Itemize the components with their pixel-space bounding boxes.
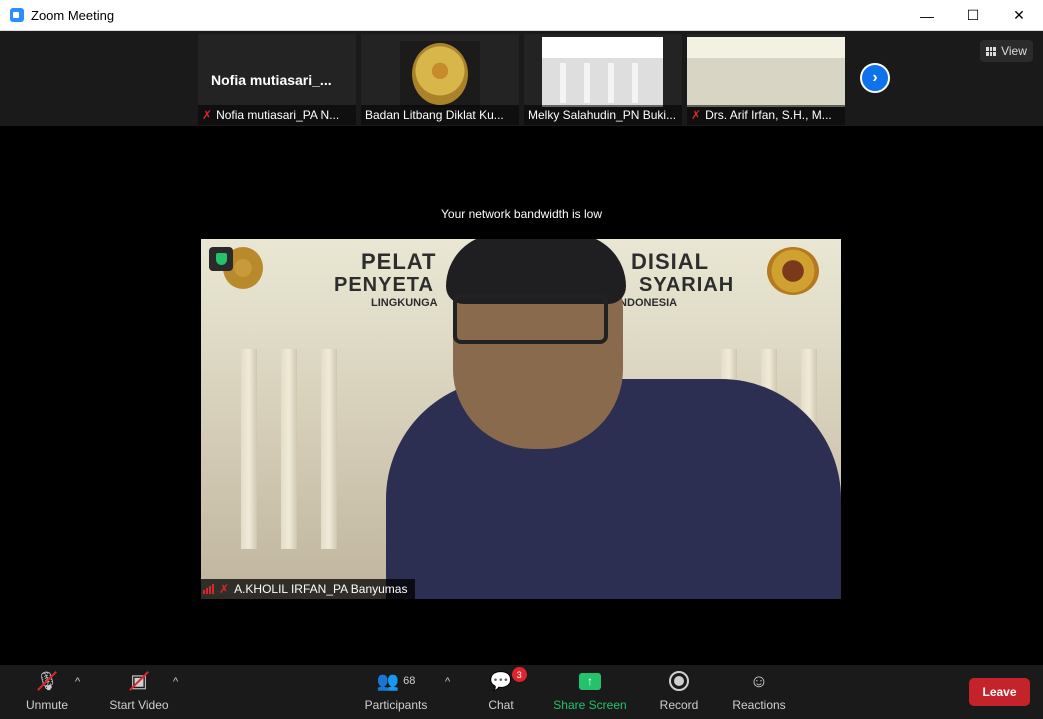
background-banner-line2: PENYETA SYARIAH [334, 274, 735, 296]
participant-thumbnail[interactable]: Badan Litbang Diklat Ku... [361, 34, 519, 125]
minimize-button[interactable]: — [904, 0, 950, 31]
chevron-right-icon: › [872, 69, 878, 86]
background-banner-line1: PELAT DISIAL [361, 249, 710, 274]
record-button[interactable]: Record [656, 665, 702, 719]
participants-count: 68 [403, 675, 416, 687]
unmute-label: Unmute [25, 698, 69, 712]
share-screen-label: Share Screen [553, 698, 627, 712]
microphone-muted-icon: 🎙 [36, 665, 58, 697]
close-button[interactable]: ✕ [996, 0, 1042, 31]
speaker-glasses [453, 294, 608, 344]
mic-muted-icon: ✗ [219, 582, 230, 596]
participant-name-display: Nofia mutiasari_... [211, 72, 332, 88]
audio-options-caret[interactable]: ^ [75, 676, 80, 688]
participants-icon: 👥 68 [376, 670, 416, 691]
participant-label: Melky Salahudin_PN Buki... [524, 105, 682, 125]
chat-button[interactable]: 💬 3 Chat [482, 665, 527, 719]
slide-image [542, 37, 663, 107]
participant-label: ✗ Nofia mutiasari_PA N... [198, 105, 356, 125]
chat-unread-badge: 3 [511, 667, 527, 682]
bandwidth-notice: Your network bandwidth is low [441, 207, 602, 221]
share-screen-button[interactable]: ↑ Share Screen [552, 665, 628, 719]
zoom-app-icon [10, 8, 24, 22]
participants-options-caret[interactable]: ^ [445, 676, 450, 688]
signal-strength-icon [203, 584, 214, 594]
reactions-label: Reactions [732, 698, 786, 712]
maximize-button[interactable]: ☐ [950, 0, 996, 31]
view-button-label: View [1001, 44, 1027, 58]
reactions-button[interactable]: ☺ Reactions [730, 665, 788, 719]
start-video-label: Start Video [109, 698, 169, 712]
participant-label-text: Melky Salahudin_PN Buki... [528, 108, 677, 122]
view-button[interactable]: View [980, 40, 1033, 62]
participant-label: ✗ Drs. Arif Irfan, S.H., M... [687, 105, 845, 125]
participant-thumbnail[interactable]: ✗ Drs. Arif Irfan, S.H., M... [687, 34, 845, 125]
mic-muted-icon: ✗ [691, 108, 702, 122]
share-screen-icon: ↑ [579, 665, 601, 697]
leave-button[interactable]: Leave [969, 678, 1030, 706]
chat-label: Chat [488, 698, 514, 712]
participants-button[interactable]: 👥 68 Participants [362, 665, 430, 719]
zoom-window: Zoom Meeting — ☐ ✕ Nofia mutiasari_... ✗… [0, 0, 1043, 719]
grid-view-icon [986, 46, 997, 56]
participant-label-text: Drs. Arif Irfan, S.H., M... [705, 108, 832, 122]
participant-label-text: Badan Litbang Diklat Ku... [365, 108, 504, 122]
court-seal-image [400, 41, 480, 107]
meeting-toolbar: 🎙 Unmute ^ ▣ Start Video ^ 👥68 Participa… [0, 665, 1043, 719]
record-icon [669, 665, 689, 697]
background-banner-line3: LINGKUNGA INDONESIA [371, 297, 678, 309]
video-options-caret[interactable]: ^ [173, 676, 178, 688]
next-page-button[interactable]: › [860, 63, 890, 93]
mic-muted-icon: ✗ [202, 108, 213, 122]
active-speaker-video[interactable]: PELAT DISIAL PENYETA SYARIAH LINGKUNGA INDO… [201, 239, 841, 599]
speaker-name-label: ✗ A.KHOLIL IRFAN_PA Banyumas [201, 579, 416, 599]
video-off-icon: ▣ [129, 665, 149, 697]
record-label: Record [659, 698, 699, 712]
participant-strip: Nofia mutiasari_... ✗ Nofia mutiasari_PA … [0, 31, 1043, 126]
speaker-name-text: A.KHOLIL IRFAN_PA Banyumas [234, 582, 408, 596]
title-bar: Zoom Meeting — ☐ ✕ [0, 0, 1043, 31]
participants-label: Participants [364, 698, 428, 712]
security-shield-icon[interactable] [209, 247, 233, 271]
speaker-body [386, 379, 841, 599]
unmute-button[interactable]: 🎙 Unmute [22, 665, 72, 719]
participant-thumbnail[interactable]: Nofia mutiasari_... ✗ Nofia mutiasari_PA … [198, 34, 356, 125]
window-title: Zoom Meeting [31, 8, 115, 23]
participant-thumbnail[interactable]: Melky Salahudin_PN Buki... [524, 34, 682, 125]
smiley-plus-icon: ☺ [749, 670, 769, 691]
slide-image [687, 37, 845, 107]
participant-label: Badan Litbang Diklat Ku... [361, 105, 519, 125]
start-video-button[interactable]: ▣ Start Video [106, 665, 172, 719]
participant-label-text: Nofia mutiasari_PA N... [216, 108, 340, 122]
training-center-logo-image [767, 247, 819, 295]
chat-icon: 💬 3 [490, 665, 527, 697]
